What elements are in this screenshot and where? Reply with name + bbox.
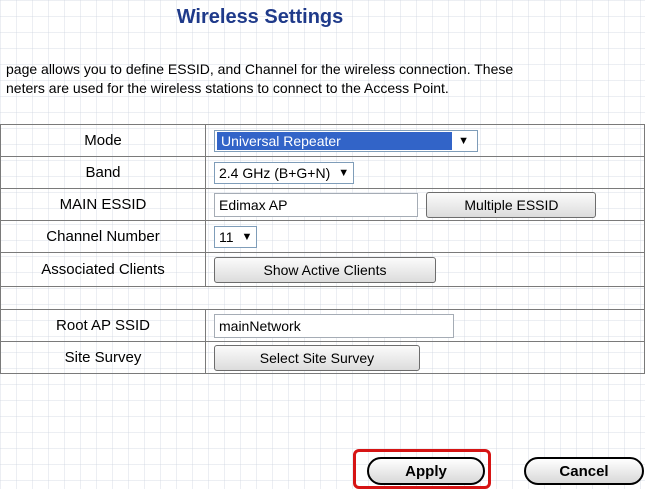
- select-site-survey-button[interactable]: Select Site Survey: [214, 344, 420, 371]
- associated-clients-label: Associated Clients: [0, 252, 206, 287]
- chevron-down-icon: ▼: [241, 230, 253, 243]
- apply-button[interactable]: Apply: [367, 457, 485, 485]
- main-essid-input[interactable]: Edimax AP: [214, 192, 418, 217]
- mode-selected-value: Universal Repeater: [217, 131, 453, 150]
- mode-row: Mode Universal Repeater ▼: [0, 124, 645, 157]
- band-selected-value: 2.4 GHz (B+G+N): [219, 164, 331, 181]
- chevron-down-icon: ▼: [458, 134, 469, 147]
- wireless-settings-table: Mode Universal Repeater ▼ Band 2.4 GHz (…: [0, 124, 645, 374]
- site-survey-row: Site Survey Select Site Survey: [0, 341, 645, 374]
- channel-number-label: Channel Number: [0, 220, 206, 253]
- show-active-clients-button[interactable]: Show Active Clients: [214, 256, 436, 283]
- spacer-row: [0, 286, 645, 310]
- mode-select[interactable]: Universal Repeater ▼: [214, 129, 478, 152]
- band-row: Band 2.4 GHz (B+G+N) ▼: [0, 156, 645, 189]
- channel-row: Channel Number 11 ▼: [0, 220, 645, 253]
- page-description: page allows you to define ESSID, and Cha…: [6, 60, 645, 98]
- main-essid-row: MAIN ESSID Edimax AP Multiple ESSID: [0, 188, 645, 221]
- band-label: Band: [0, 156, 206, 189]
- multiple-essid-button[interactable]: Multiple ESSID: [426, 191, 597, 218]
- cancel-button[interactable]: Cancel: [524, 457, 644, 485]
- root-ap-ssid-input[interactable]: mainNetwork: [214, 313, 454, 338]
- band-select[interactable]: 2.4 GHz (B+G+N) ▼: [214, 161, 355, 184]
- root-ap-ssid-row: Root AP SSID mainNetwork: [0, 309, 645, 342]
- root-ap-ssid-label: Root AP SSID: [0, 309, 206, 342]
- associated-clients-row: Associated Clients Show Active Clients: [0, 252, 645, 287]
- mode-label: Mode: [0, 124, 206, 157]
- description-line-2: neters are used for the wireless station…: [6, 80, 449, 96]
- channel-select[interactable]: 11 ▼: [214, 225, 258, 248]
- site-survey-label: Site Survey: [0, 341, 206, 374]
- channel-selected-value: 11: [219, 228, 234, 245]
- chevron-down-icon: ▼: [338, 166, 350, 179]
- description-line-1: page allows you to define ESSID, and Cha…: [6, 61, 514, 77]
- main-essid-label: MAIN ESSID: [0, 188, 206, 221]
- page-title: Wireless Settings: [176, 6, 344, 28]
